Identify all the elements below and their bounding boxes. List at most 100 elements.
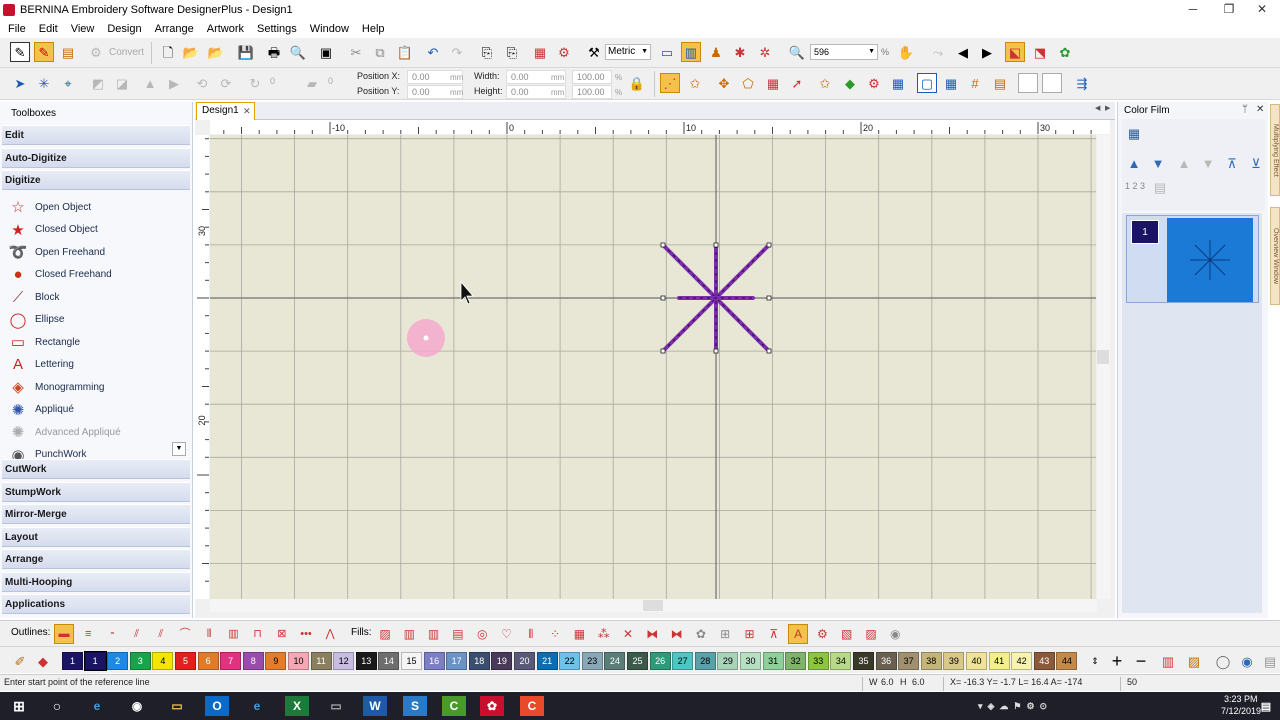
next-icon[interactable]: ▶ [977,42,997,62]
scroll-down-icon[interactable]: ▼ [172,442,186,456]
color-swatch-34[interactable]: 34 [830,652,852,670]
close-button[interactable]: ✕ [1244,0,1280,19]
search-icon[interactable]: ○ [45,696,69,716]
show-objects-icon[interactable]: ⎘ [502,42,522,62]
tab-scroll-left-icon[interactable]: ◀ [1095,104,1100,112]
film-options-icon[interactable]: ▦ [1124,123,1144,143]
fill-stitch-5-icon[interactable]: ◎ [472,624,492,644]
close-panel-icon[interactable]: ✕ [1256,104,1264,115]
camtasia-icon[interactable]: C [442,696,466,716]
grid-icon[interactable]: ▦ [941,73,961,93]
color-swatch-19[interactable]: 19 [491,652,513,670]
open-folder-icon[interactable]: 📂 [206,42,226,62]
tool-closed-object[interactable]: ★ Closed Object [8,220,98,240]
library-icon[interactable]: ▤ [58,42,78,62]
object-properties-icon[interactable]: ▦ [530,42,550,62]
tab-design1[interactable]: Design1 ✕ [196,102,255,120]
sequin-icon[interactable]: ▦ [888,73,908,93]
outline-stitch-12-icon[interactable]: ⋀ [320,624,340,644]
menu-file[interactable]: File [8,23,26,35]
color-swatch-2[interactable]: 2 [107,652,129,670]
pan-hand-icon[interactable]: ✋ [896,42,916,62]
color-swatch-42[interactable]: 42 [1011,652,1033,670]
sculpture-icon[interactable]: ⚙ [864,73,884,93]
side-tab-multiplying-effect[interactable]: Multiplying Effect [1270,104,1280,196]
fill-stitch-20-icon[interactable]: ▧ [837,624,857,644]
settings-gear-icon[interactable]: ⚙ [554,42,574,62]
globe-icon[interactable]: ◉ [1237,651,1257,671]
color-object-icon[interactable]: ◆ [33,651,53,671]
menu-edit[interactable]: Edit [39,23,58,35]
fill-stitch-7-icon[interactable]: ⦀ [521,624,541,644]
tool-block[interactable]: ⟋ Block [8,287,60,307]
outline-stitch-11-icon[interactable]: ••• [296,624,316,644]
tool-open-object[interactable]: ☆ Open Object [8,197,91,217]
color-swatch-11[interactable]: 11 [310,652,332,670]
palette-scroll-icon[interactable]: ⇕ [1085,651,1105,671]
toolbox-header-cutwork[interactable]: CutWork [2,459,190,479]
motif-star-icon[interactable]: ✩ [815,73,835,93]
select-arrow-icon[interactable]: ➤ [10,73,30,93]
outlook-icon[interactable]: O [205,696,229,716]
outline-stitch-1-icon[interactable]: ▬ [54,624,74,644]
tool-advanced-applique[interactable]: ✺ Advanced Appliqué [8,422,121,442]
snagit-icon[interactable]: S [403,696,427,716]
tool-closed-freehand[interactable]: ● Closed Freehand [8,265,111,285]
fill-stitch-11-icon[interactable]: ✕ [618,624,638,644]
color-swatch-35[interactable]: 35 [853,652,874,670]
design-canvas[interactable]: -10 0 10 20 30 30 20 [195,120,1115,618]
color-swatch-21[interactable]: 21 [536,652,558,670]
color-swatch-4[interactable]: 4 [152,652,174,670]
color-swatch-23[interactable]: 23 [581,652,603,670]
fill-stitch-1-icon[interactable]: ▨ [375,624,395,644]
tool-lettering[interactable]: A Lettering [8,355,74,375]
open-file-icon[interactable]: 📂 [181,42,201,62]
color-swatch-6[interactable]: 6 [197,652,219,670]
toolbox-header-edit[interactable]: Edit [2,125,190,145]
color-swatch-14[interactable]: 14 [378,652,400,670]
toolbox-header-digitize[interactable]: Digitize [2,170,190,190]
color-swatch-32[interactable]: 32 [785,652,807,670]
fill-stitch-17-icon[interactable]: ⊼ [764,624,784,644]
pin-icon[interactable]: ᛘ [1242,104,1248,115]
color-swatch-3[interactable]: 3 [129,652,151,670]
tools-icon[interactable]: ⚒ [584,42,604,62]
width-percent-field[interactable]: 100.00 [572,70,612,84]
menu-view[interactable]: View [71,23,95,35]
outline-stitch-2-icon[interactable]: ≡ [78,624,98,644]
color-swatch-9[interactable]: 9 [265,652,287,670]
freehand-shape-icon[interactable]: ✥ [714,73,734,93]
height-percent-field[interactable]: 100.00 [572,85,612,99]
minimize-button[interactable]: ─ [1175,0,1211,19]
color-swatch-30[interactable]: 30 [740,652,761,670]
color-swatch-29[interactable]: 29 [717,652,739,670]
star-shape-icon[interactable]: ✩ [685,73,705,93]
outline-stitch-6-icon[interactable]: ⌒ [175,624,195,644]
tool-ellipse[interactable]: ◯ Ellipse [8,310,65,330]
frame-icon[interactable]: ▢ [917,73,937,93]
units-select[interactable]: Metric ▼ [605,44,651,60]
fill-stitch-10-icon[interactable]: ⁂ [594,624,614,644]
fill-stitch-9-icon[interactable]: ▦ [569,624,589,644]
color-swatch-25[interactable]: 25 [627,652,648,670]
add-color-icon[interactable]: + [1107,651,1127,671]
grid-fill-icon[interactable]: ▦ [763,73,783,93]
show-function-icon[interactable]: ✲ [755,42,775,62]
color-swatch-40[interactable]: 40 [966,652,987,670]
move-up-icon[interactable]: ▼ [1148,153,1168,173]
blob-shape-icon[interactable]: ⬠ [738,73,758,93]
color-swatch-39[interactable]: 39 [943,652,965,670]
restore-button[interactable]: ❐ [1211,0,1247,19]
windows-start-icon[interactable]: ⊞ [7,696,31,716]
sort-bottom-icon[interactable]: ⊻ [1246,153,1266,173]
toolbox-header-applications[interactable]: Applications [2,594,190,614]
tool-rectangle[interactable]: ▭ Rectangle [8,332,80,352]
tool-applique[interactable]: ✺ Appliqué [8,400,74,420]
color-swatch-37[interactable]: 37 [898,652,920,670]
remove-color-icon[interactable]: − [1131,651,1151,671]
toolbox-header-stumpwork[interactable]: StumpWork [2,482,190,502]
excel-icon[interactable]: X [285,696,309,716]
color-swatch-44[interactable]: 44 [1056,652,1078,670]
fill-stitch-18-icon[interactable]: A [788,624,809,644]
outline-stitch-3-icon[interactable]: ⁃ [102,624,122,644]
